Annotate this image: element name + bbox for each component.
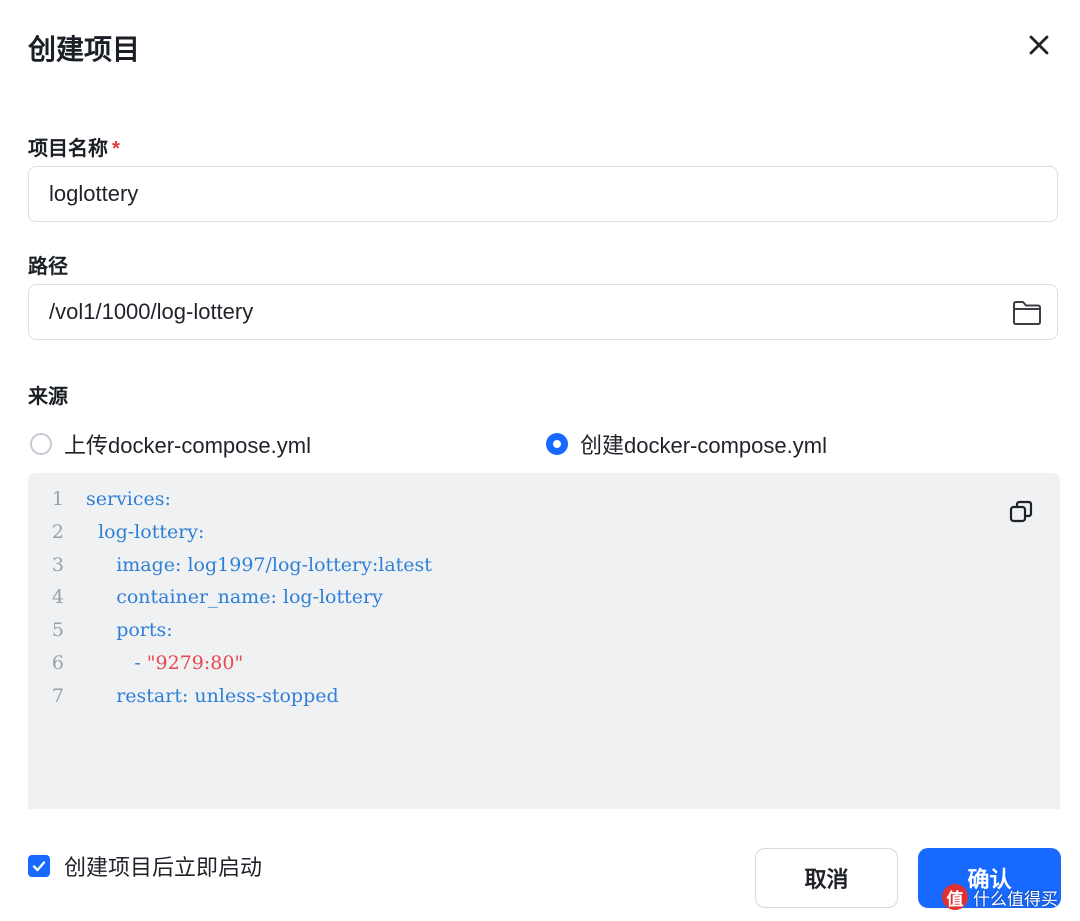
- line-number: 1: [51, 488, 64, 510]
- copy-icon[interactable]: [1007, 498, 1035, 526]
- radio-button-unchecked[interactable]: [30, 433, 52, 455]
- close-icon[interactable]: [1024, 30, 1054, 60]
- start-after-create-label: 创建项目后立即启动: [64, 855, 263, 880]
- line-number: 5: [51, 619, 64, 642]
- start-after-create-option[interactable]: 创建项目后立即启动: [28, 850, 262, 882]
- code-line: 1 services:: [28, 483, 432, 516]
- radio-create-compose[interactable]: 创建docker-compose.yml: [546, 428, 827, 460]
- cancel-button[interactable]: 取消: [755, 848, 898, 908]
- project-name-field[interactable]: [28, 166, 1058, 222]
- required-mark: *: [112, 138, 120, 160]
- code-line: 6 - "9279:80": [28, 647, 432, 680]
- dialog-title: 创建项目: [28, 34, 141, 65]
- code-line: 5 ports:: [28, 614, 432, 647]
- code-text: log-lottery:: [86, 520, 205, 543]
- line-number: 3: [51, 553, 64, 576]
- code-line: 2 log-lottery:: [28, 516, 432, 549]
- code-line: 3 image: log1997/log-lottery:latest: [28, 549, 432, 582]
- line-number: 4: [51, 586, 64, 609]
- project-name-label: 项目名称 *: [28, 132, 120, 161]
- folder-icon[interactable]: [1011, 299, 1043, 327]
- code-text: services:: [86, 488, 171, 510]
- line-number: 6: [51, 651, 64, 674]
- code-lines[interactable]: 1 services: 2 log-lottery: 3 image: log19…: [28, 483, 432, 713]
- checkmark-icon: [32, 861, 46, 872]
- code-text: image: log1997/log-lottery:latest: [86, 553, 432, 576]
- checkbox-checked[interactable]: [28, 855, 50, 877]
- code-line: 4 container_name: log-lottery: [28, 581, 432, 614]
- line-number: 7: [51, 684, 64, 707]
- path-label: 路径: [28, 256, 68, 278]
- code-text: restart: unless-stopped: [86, 684, 339, 707]
- path-input[interactable]: [49, 299, 1037, 325]
- source-label: 来源: [28, 386, 68, 408]
- radio-create-label: 创建docker-compose.yml: [580, 433, 827, 458]
- line-number: 2: [51, 520, 64, 543]
- code-string: "9279:80": [146, 651, 244, 674]
- watermark-badge: 值: [942, 884, 968, 910]
- compose-code-editor[interactable]: 1 services: 2 log-lottery: 3 image: log19…: [28, 473, 1060, 809]
- code-line: 7 restart: unless-stopped: [28, 680, 432, 713]
- close-button[interactable]: [1024, 30, 1054, 60]
- code-text: ports:: [86, 619, 173, 642]
- project-name-input[interactable]: [49, 181, 1037, 207]
- code-text: -: [86, 651, 147, 674]
- project-name-label-text: 项目名称: [28, 138, 108, 160]
- path-field[interactable]: [28, 284, 1058, 340]
- code-text: container_name: log-lottery: [86, 586, 383, 609]
- radio-button-checked[interactable]: [546, 433, 568, 455]
- watermark-text: 什么值得买: [973, 889, 1058, 909]
- site-watermark: 值 什么值得买: [942, 884, 1058, 910]
- radio-upload-label: 上传docker-compose.yml: [64, 433, 311, 458]
- radio-upload-compose[interactable]: 上传docker-compose.yml: [30, 428, 311, 460]
